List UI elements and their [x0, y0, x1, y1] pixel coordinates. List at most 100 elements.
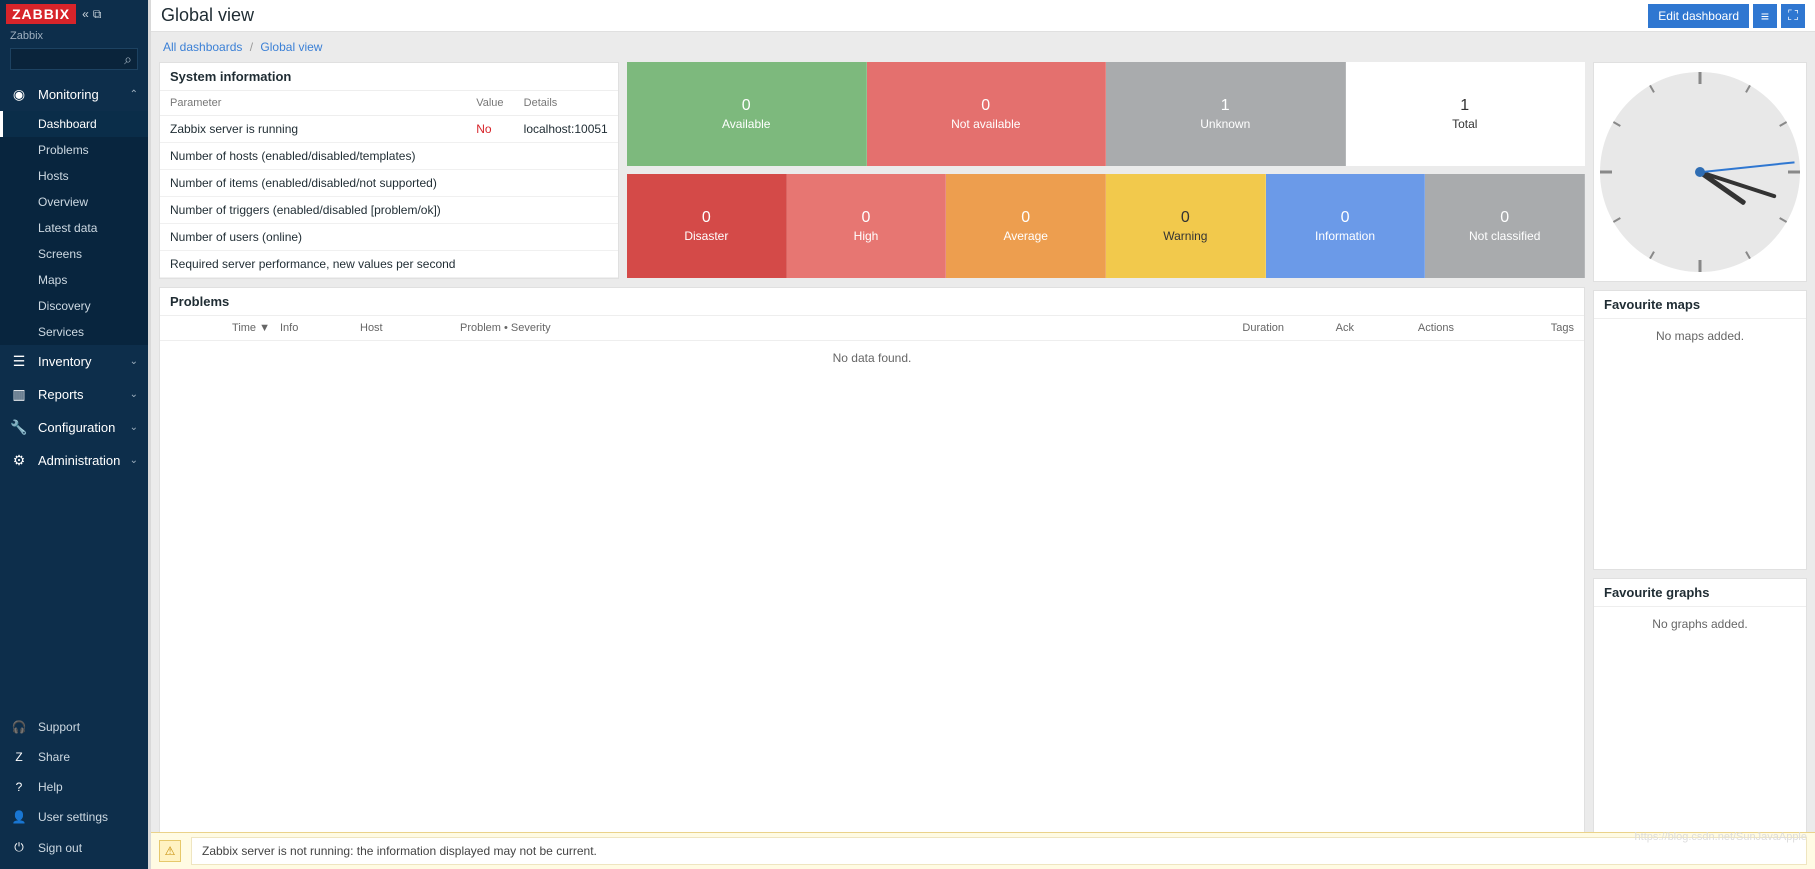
search-input[interactable]	[10, 48, 138, 70]
nav-monitoring[interactable]: ◉ Monitoring ⌃	[0, 78, 148, 111]
cell-details	[514, 224, 618, 251]
system-information-widget: System information Parameter Value Detai…	[159, 62, 619, 279]
cell-value	[466, 251, 513, 278]
eye-icon: ◉	[10, 86, 28, 103]
help-label: Help	[38, 780, 63, 794]
menu-button[interactable]: ≡	[1753, 4, 1777, 28]
clock-face	[1600, 72, 1800, 272]
sidebar-item-problems[interactable]: Problems	[0, 137, 148, 163]
status-cell-not-available[interactable]: 0Not available	[867, 62, 1107, 166]
status-cell-information[interactable]: 0Information	[1266, 174, 1426, 278]
breadcrumb-current[interactable]: Global view	[260, 40, 322, 54]
breadcrumb: All dashboards / Global view	[151, 32, 1815, 58]
user-settings-label: User settings	[38, 810, 108, 824]
status-cell-high[interactable]: 0 High	[787, 174, 947, 278]
brand-logo[interactable]: ZABBIX	[6, 4, 76, 24]
table-row: Number of users (online)	[160, 224, 618, 251]
support-link[interactable]: 🎧Support	[0, 712, 148, 742]
search-icon[interactable]: ⌕	[124, 51, 132, 68]
status-label: Available	[722, 117, 770, 131]
status-cell-available[interactable]: 0 Available	[627, 62, 867, 166]
status-label: Disaster	[684, 229, 728, 243]
status-count: 0	[702, 209, 711, 227]
col-host[interactable]: Host	[360, 322, 460, 334]
popout-icon[interactable]: ⧉	[93, 7, 102, 22]
help-icon: ?	[10, 780, 28, 794]
col-value: Value	[466, 91, 513, 116]
main: Global view Edit dashboard ≡ ⛶ All dashb…	[151, 0, 1815, 869]
status-label: Unknown	[1200, 117, 1250, 131]
status-cell-average[interactable]: 0Average	[946, 174, 1106, 278]
status-cell-warning[interactable]: 0Warning	[1106, 174, 1266, 278]
nav-reports[interactable]: ▥ Reports ⌄	[0, 378, 148, 411]
signout-link[interactable]: ⏻Sign out	[0, 832, 148, 863]
col-time[interactable]: Time ▼	[170, 322, 280, 334]
cell-details	[514, 143, 618, 170]
status-count: 0	[1181, 209, 1190, 227]
fav-maps-empty: No maps added.	[1594, 319, 1806, 353]
clock-tick	[1745, 251, 1751, 259]
nav-inventory[interactable]: ☰ Inventory ⌄	[0, 345, 148, 378]
sidebar-item-overview[interactable]: Overview	[0, 189, 148, 215]
breadcrumb-all[interactable]: All dashboards	[163, 40, 242, 54]
col-ack[interactable]: Ack	[1284, 322, 1354, 334]
cell-value	[466, 197, 513, 224]
sidebar-item-services[interactable]: Services	[0, 319, 148, 345]
fullscreen-button[interactable]: ⛶	[1781, 4, 1805, 28]
status-cell-total[interactable]: 1Total	[1346, 62, 1586, 166]
sidebar-item-discovery[interactable]: Discovery	[0, 293, 148, 319]
edit-dashboard-button[interactable]: Edit dashboard	[1648, 4, 1749, 28]
share-label: Share	[38, 750, 70, 764]
sidebar-item-dashboard[interactable]: Dashboard	[0, 111, 148, 137]
status-count: 0	[862, 209, 871, 227]
col-problem[interactable]: Problem • Severity	[460, 322, 1194, 334]
col-info[interactable]: Info	[280, 322, 360, 334]
host-status-row: 0 Available 0Not available1Unknown1Total	[627, 62, 1585, 166]
table-row: Number of hosts (enabled/disabled/templa…	[160, 143, 618, 170]
col-details: Details	[514, 91, 618, 116]
user-settings-link[interactable]: 👤 User settings	[0, 802, 148, 832]
status-label: Average	[1003, 229, 1047, 243]
favourite-maps-widget: Favourite maps No maps added.	[1593, 290, 1807, 570]
chevron-down-icon: ⌄	[130, 422, 138, 433]
cell-param: Zabbix server is running	[160, 116, 466, 143]
status-cell-not-classified[interactable]: 0Not classified	[1425, 174, 1585, 278]
status-count: 0	[742, 97, 751, 115]
second-hand	[1700, 161, 1795, 172]
sidebar-item-maps[interactable]: Maps	[0, 267, 148, 293]
clock-tick	[1699, 260, 1702, 272]
col-duration[interactable]: Duration	[1194, 322, 1284, 334]
collapse-icon[interactable]: «	[82, 7, 89, 22]
nav-reports-label: Reports	[38, 387, 84, 402]
power-icon: ⏻	[10, 840, 28, 855]
clock-tick	[1613, 121, 1621, 127]
nav-administration[interactable]: ⚙ Administration ⌄	[0, 444, 148, 477]
col-actions[interactable]: Actions	[1354, 322, 1454, 334]
clock-tick	[1788, 171, 1800, 174]
cell-param: Number of users (online)	[160, 224, 466, 251]
cell-value	[466, 224, 513, 251]
sidebar: ZABBIX « ⧉ Zabbix ⌕ ◉ Monitoring ⌃ Dashb…	[0, 0, 151, 869]
headset-icon: 🎧	[10, 720, 28, 734]
status-label: Total	[1452, 117, 1477, 131]
user-icon: 👤	[10, 810, 28, 824]
sidebar-item-hosts[interactable]: Hosts	[0, 163, 148, 189]
sidebar-item-latest-data[interactable]: Latest data	[0, 215, 148, 241]
clock-center	[1695, 167, 1705, 177]
status-label: Not classified	[1469, 229, 1540, 243]
cell-value	[466, 170, 513, 197]
help-link[interactable]: ? Help	[0, 772, 148, 802]
col-tags[interactable]: Tags	[1454, 322, 1574, 334]
chevron-down-icon: ⌄	[130, 389, 138, 400]
status-cell-disaster[interactable]: 0 Disaster	[627, 174, 787, 278]
share-link[interactable]: ZShare	[0, 742, 148, 772]
nav-configuration[interactable]: 🔧 Configuration ⌄	[0, 411, 148, 444]
status-count: 0	[1341, 209, 1350, 227]
warning-text: Zabbix server is not running: the inform…	[191, 837, 1807, 865]
cell-param: Number of triggers (enabled/disabled [pr…	[160, 197, 466, 224]
status-label: High	[854, 229, 879, 243]
sidebar-item-screens[interactable]: Screens	[0, 241, 148, 267]
problems-empty: No data found.	[160, 341, 1584, 375]
status-cell-unknown[interactable]: 1Unknown	[1106, 62, 1346, 166]
cell-details: localhost:10051	[514, 116, 618, 143]
